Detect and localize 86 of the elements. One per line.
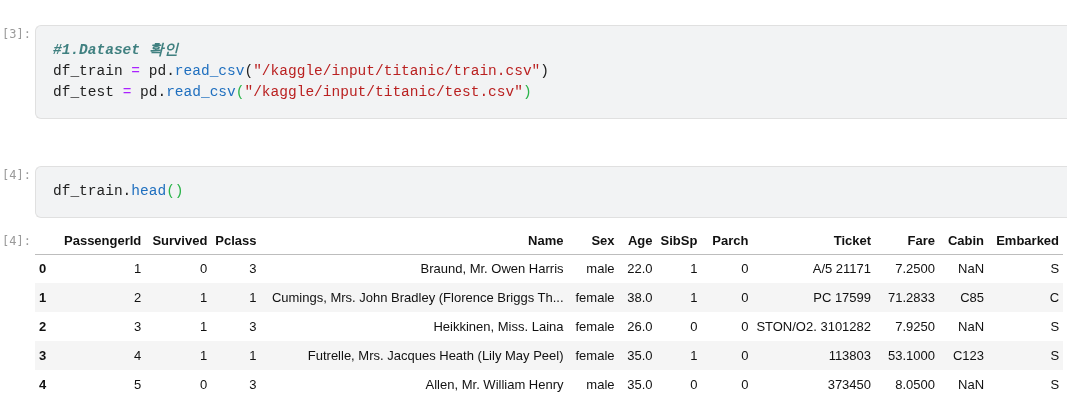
table-cell: NaN: [939, 254, 989, 283]
table-cell: 3: [60, 312, 146, 341]
table-cell: 5: [60, 370, 146, 399]
row-index: 1: [35, 283, 60, 312]
code-line: df_train = pd.read_csv("/kaggle/input/titanic/train.csv"): [53, 62, 551, 81]
table-cell: 22.0: [618, 254, 657, 283]
table-cell: female: [567, 312, 619, 341]
table-cell: 0: [701, 254, 753, 283]
table-cell: Futrelle, Mrs. Jacques Heath (Lily May Peel): [260, 341, 568, 370]
table-cell: C123: [939, 341, 989, 370]
table-cell: PC 17599: [752, 283, 876, 312]
table-cell: 0: [145, 254, 212, 283]
row-index: 2: [35, 312, 60, 341]
cell-prompt: [3]:: [1, 26, 32, 43]
table-cell: 0: [656, 312, 702, 341]
table-cell: female: [567, 283, 619, 312]
table-cell: 2: [60, 283, 146, 312]
table-cell: 4: [60, 341, 146, 370]
row-index: 4: [35, 370, 60, 399]
code-cell[interactable]: df_train.head(): [35, 166, 1067, 218]
table-cell: Braund, Mr. Owen Harris: [260, 254, 568, 283]
table-cell: 3: [211, 312, 261, 341]
table-cell: 53.1000: [875, 341, 940, 370]
table-cell: 1: [211, 283, 261, 312]
table-cell: S: [988, 341, 1064, 370]
table-cell: 7.9250: [875, 312, 940, 341]
table-cell: 7.2500: [875, 254, 940, 283]
code-line: df_train.head(): [53, 182, 185, 201]
table-cell: 0: [701, 370, 753, 399]
column-header: Age: [618, 228, 657, 254]
table-cell: 1: [211, 341, 261, 370]
column-header: Embarked: [988, 228, 1064, 254]
table-cell: STON/O2. 3101282: [752, 312, 876, 341]
column-header: Sex: [567, 228, 619, 254]
code-cell[interactable]: #1.Dataset 확인 df_train = pd.read_csv("/kaggle/input/titanic/train.csv") df_test = pd.read_csv("/kaggle/input/titanic/test.csv"): [35, 25, 1067, 119]
table-cell: NaN: [939, 312, 989, 341]
column-header: Fare: [875, 228, 940, 254]
table-cell: A/5 21171: [752, 254, 876, 283]
table-cell: 0: [701, 312, 753, 341]
cell-prompt: [4]:: [1, 167, 32, 184]
column-header: Survived: [145, 228, 212, 254]
table-cell: C85: [939, 283, 989, 312]
table-cell: Cumings, Mrs. John Bradley (Florence Briggs Th...: [260, 283, 568, 312]
column-header: Name: [260, 228, 568, 254]
column-header: PassengerId: [60, 228, 146, 254]
table-cell: 3: [211, 254, 261, 283]
table-cell: 1: [656, 283, 702, 312]
code-line: df_test = pd.read_csv("/kaggle/input/titanic/test.csv"): [53, 83, 533, 102]
table-cell: S: [988, 254, 1064, 283]
table-cell: S: [988, 370, 1064, 399]
table-cell: 1: [145, 341, 212, 370]
table-cell: male: [567, 254, 619, 283]
table-cell: 3: [211, 370, 261, 399]
table-cell: S: [988, 312, 1064, 341]
table-cell: 35.0: [618, 370, 657, 399]
table-cell: 0: [145, 370, 212, 399]
row-index: 3: [35, 341, 60, 370]
table-cell: 26.0: [618, 312, 657, 341]
table-cell: 38.0: [618, 283, 657, 312]
table-cell: 8.0500: [875, 370, 940, 399]
column-header: Pclass: [211, 228, 261, 254]
table-cell: 113803: [752, 341, 876, 370]
column-header: SibSp: [656, 228, 702, 254]
table-cell: male: [567, 370, 619, 399]
table-cell: 1: [656, 254, 702, 283]
table-cell: C: [988, 283, 1064, 312]
table-cell: 1: [656, 341, 702, 370]
output-prompt: [4]:: [1, 233, 32, 250]
table-cell: Heikkinen, Miss. Laina: [260, 312, 568, 341]
table-cell: 1: [60, 254, 146, 283]
table-cell: 71.2833: [875, 283, 940, 312]
table-cell: NaN: [939, 370, 989, 399]
column-header: Parch: [701, 228, 753, 254]
table-cell: female: [567, 341, 619, 370]
table-cell: 35.0: [618, 341, 657, 370]
column-header: Cabin: [939, 228, 989, 254]
table-cell: 0: [701, 283, 753, 312]
code-line: #1.Dataset 확인: [53, 41, 180, 60]
table-cell: Allen, Mr. William Henry: [260, 370, 568, 399]
column-header: Ticket: [752, 228, 876, 254]
table-cell: 0: [656, 370, 702, 399]
table-cell: 1: [145, 283, 212, 312]
table-cell: 373450: [752, 370, 876, 399]
table-cell: 1: [145, 312, 212, 341]
row-index: 0: [35, 254, 60, 283]
table-cell: 0: [701, 341, 753, 370]
